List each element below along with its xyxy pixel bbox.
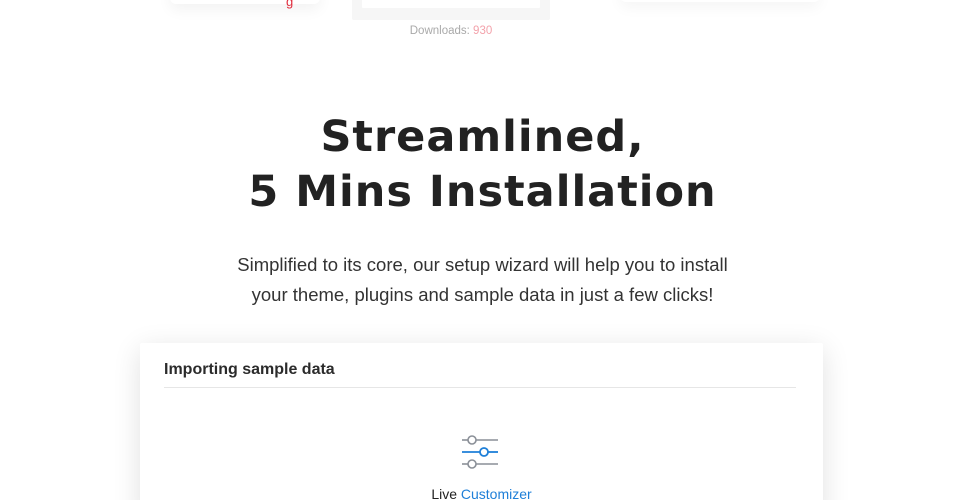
- panel-divider: [164, 387, 796, 388]
- import-panel: Importing sample data Live Customizer: [140, 343, 823, 500]
- top-left-text-fragment: g: [286, 0, 294, 9]
- heading-line-2: 5 Mins Installation: [248, 167, 717, 217]
- page: g Downloads: 930 Streamlined, 5 Mins Ins…: [0, 0, 965, 500]
- sliders-icon: [462, 435, 498, 469]
- download-card-fragment: [352, 0, 550, 20]
- top-right-card-fragment: [620, 0, 820, 2]
- section-description: Simplified to its core, our setup wizard…: [0, 250, 965, 310]
- panel-caption: Live Customizer: [140, 486, 823, 500]
- description-line-2: your theme, plugins and sample data in j…: [251, 284, 714, 305]
- downloads-label: Downloads:: [409, 25, 470, 37]
- description-line-1: Simplified to its core, our setup wizard…: [237, 254, 728, 275]
- caption-prefix: Live: [431, 486, 457, 500]
- section-heading: Streamlined, 5 Mins Installation: [0, 110, 965, 220]
- heading-line-1: Streamlined,: [320, 112, 645, 162]
- customizer-link[interactable]: Customizer: [461, 486, 532, 500]
- panel-title: Importing sample data: [164, 361, 335, 378]
- top-left-card-fragment: [170, 0, 320, 4]
- downloads-stat: Downloads: 930: [352, 25, 550, 37]
- download-card-inner: [362, 0, 540, 8]
- downloads-count: 930: [473, 25, 493, 37]
